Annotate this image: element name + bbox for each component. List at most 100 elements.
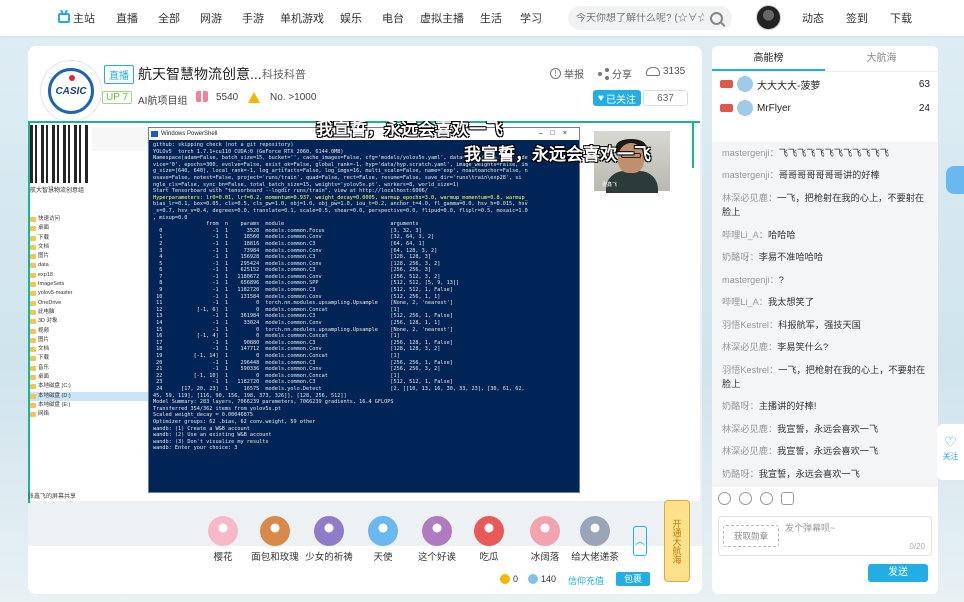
chat-text: 我太想笑了 — [767, 297, 814, 308]
video-player[interactable]: 航大智慧物流创意组 快速访问 桌面 下载 文档 图片 data exp18 ImageSets… — [28, 121, 702, 546]
gift-name: 樱花 — [213, 552, 233, 563]
window-controls-icon: –□× — [538, 130, 575, 137]
room-category[interactable]: 科技科普 — [262, 66, 306, 82]
nav-live[interactable]: 直播 — [116, 10, 138, 26]
chat-colon: ： — [749, 252, 759, 263]
chat-toolbar — [712, 487, 938, 509]
gift-count: 5540 — [216, 92, 239, 103]
chat-text: 主播讲的好棒! — [758, 401, 817, 412]
rank-row[interactable]: 大大大大-菠萝 63 — [712, 72, 938, 96]
chat-user[interactable]: 林深必见鹿 — [722, 193, 768, 203]
chat-message: 林深必见鹿：李易笑什么? — [722, 340, 928, 354]
cart-icon[interactable] — [781, 491, 794, 505]
user-avatar[interactable] — [756, 5, 781, 30]
powershell-line: 16 [-1, 4] 1 0 models.common.Concat [1] — [153, 333, 400, 340]
rank-user-name: MrFlyer — [757, 102, 791, 114]
chat-user[interactable]: mastergenji — [722, 170, 770, 180]
nav-mobile-games[interactable]: 手游 — [242, 10, 264, 26]
chat-user[interactable]: 奶酪呀 — [722, 401, 750, 411]
nav-download[interactable]: 下载 — [890, 10, 912, 26]
powershell-line: 11 -1 1 0 torch.nn.modules.upsampling.Up… — [153, 300, 453, 307]
powershell-line: bias_lr=0.1, box=0.05, cls=0.5, cls_pw=1… — [153, 201, 528, 208]
chat-user[interactable]: 羽悟Kestrel — [722, 365, 769, 375]
search-input[interactable] — [576, 12, 704, 24]
powershell-line: wandb: (1) Create a W&B account — [153, 425, 250, 432]
chat-user[interactable]: 哔哩Li_A — [722, 297, 759, 307]
nav-radio[interactable]: 电台 — [382, 10, 404, 26]
powershell-line: 24 [17, 20, 23] 1 16575 models.yolo.Dete… — [153, 385, 525, 392]
gift-item[interactable]: 吃瓜 — [462, 516, 516, 563]
gift-item[interactable]: 面包和玫瑰 — [248, 516, 302, 563]
live-room-card: CASIC 直播 航天智慧物流创意... 科技科普 UP 7 AI航项目组 55… — [28, 46, 702, 594]
emoji-icon[interactable] — [739, 491, 752, 505]
share-button[interactable]: 分享 — [598, 66, 632, 81]
explorer-tree-item: ImageSets — [28, 280, 148, 289]
gift-item[interactable]: 樱花 — [196, 516, 250, 563]
nav-study[interactable]: 学习 — [520, 10, 542, 26]
gold-coin-icon — [500, 574, 510, 584]
gift-icon — [422, 516, 452, 546]
nav-entertainment[interactable]: 娱乐 — [340, 10, 362, 26]
nav-checkin[interactable]: 签到 — [846, 10, 868, 26]
silver-balance[interactable]: 140 — [528, 574, 556, 584]
nav-vtuber[interactable]: 虚拟主播 — [420, 10, 464, 26]
guard-promo-button[interactable]: 开通大航海 — [664, 500, 690, 582]
chat-user[interactable]: mastergenji — [722, 148, 770, 158]
search-icon[interactable] — [710, 11, 723, 25]
chat-user[interactable]: 羽悟Kestrel — [722, 320, 769, 330]
nav-all[interactable]: 全部 — [158, 10, 180, 26]
nav-life[interactable]: 生活 — [480, 10, 502, 26]
chat-input-area[interactable]: 获取勋章 发个弹幕呗~ 0/20 — [718, 516, 932, 556]
chat-user[interactable]: 林深必见鹿 — [722, 342, 768, 352]
chat-user[interactable]: 奶酪呀 — [722, 252, 750, 262]
gold-balance[interactable]: 0 — [500, 574, 518, 584]
chat-list[interactable]: mastergenji：飞飞飞飞飞飞飞飞飞飞飞飞 mastergenji：哥哥哥哥… — [712, 142, 938, 487]
floating-follow-button[interactable]: ♡ 关注 — [937, 424, 964, 480]
chat-text: 哥哥哥哥哥哥哥讲的好棒 — [778, 170, 880, 181]
report-button[interactable]: ! 举报 — [550, 66, 584, 81]
gift-item[interactable]: 天使 — [356, 516, 410, 563]
chat-colon: ： — [749, 468, 759, 479]
settings-icon[interactable] — [718, 491, 731, 505]
tab-guard[interactable]: 大航海 — [825, 46, 938, 71]
rank-row[interactable]: MrFlyer 24 — [712, 96, 938, 120]
recharge-link[interactable]: 信仰充值 — [568, 574, 604, 587]
nav-single-games[interactable]: 单机游戏 — [280, 10, 324, 26]
gift-item[interactable]: 这个好诶 — [410, 516, 464, 563]
nav-dynamic[interactable]: 动态 — [802, 10, 824, 26]
chat-user[interactable]: 奶酪呀 — [722, 469, 750, 479]
powershell-line: 5 -1 1 295424 models.common.Conv [128, 2… — [153, 260, 441, 267]
gift-icon — [368, 516, 398, 546]
gift-item[interactable]: 给大佬递茶 — [568, 516, 622, 563]
gift-item[interactable]: 少女的祈祷 — [302, 516, 356, 563]
package-button[interactable]: 包裹 — [616, 572, 650, 586]
live-badge: 直播 — [104, 65, 134, 84]
follow-button[interactable]: ♥ 已关注 — [593, 90, 641, 106]
chat-user[interactable]: 哔哩Li_A — [722, 230, 759, 240]
mascot-icon[interactable] — [946, 166, 964, 194]
nav-home[interactable]: 主站 — [58, 10, 95, 26]
chat-user[interactable]: 林深必见鹿 — [722, 446, 768, 456]
explorer-tree-item: 音乐 — [28, 364, 148, 373]
tab-energy-rank[interactable]: 高能榜 — [712, 46, 825, 71]
chat-user[interactable]: mastergenji — [722, 275, 770, 285]
area-rank[interactable]: AI航项目组 — [138, 92, 187, 107]
video-edge-right — [692, 123, 694, 168]
danmaku-comment: 我宣誓，永远会喜欢一飞 — [464, 145, 651, 164]
explorer-tree: 快速访问 桌面 下载 文档 图片 data exp18 ImageSets yolov5-mas… — [28, 215, 148, 420]
room-logo[interactable]: CASIC — [40, 60, 102, 122]
gift-item[interactable]: 冰阔落 — [518, 516, 572, 563]
send-button[interactable]: 发送 — [868, 564, 928, 582]
gift-scroll-button[interactable]: ︿ — [633, 526, 647, 556]
nav-online-games[interactable]: 网游 — [200, 10, 222, 26]
popularity-rank[interactable]: No. >1000 — [270, 92, 316, 103]
chat-message: 哔哩Li_A：我太想笑了 — [722, 295, 928, 309]
chat-user[interactable]: 林深必见鹿 — [722, 424, 768, 434]
chat-input[interactable]: 发个弹幕呗~ — [785, 521, 835, 534]
room-title: 航天智慧物流创意... — [138, 66, 262, 82]
side-panel: 高能榜 大航海 大大大大-菠萝 63 MrFlyer 24 mastergenji：飞… — [712, 46, 938, 594]
gear-icon[interactable] — [760, 491, 773, 505]
fan-medal-button[interactable]: 获取勋章 — [723, 525, 779, 547]
chat-message: 羽悟Kestrel：科报航军，强技天国 — [722, 318, 928, 332]
powershell-line: 4 -1 1 156928 models.common.C3 [128, 128… — [153, 254, 431, 261]
